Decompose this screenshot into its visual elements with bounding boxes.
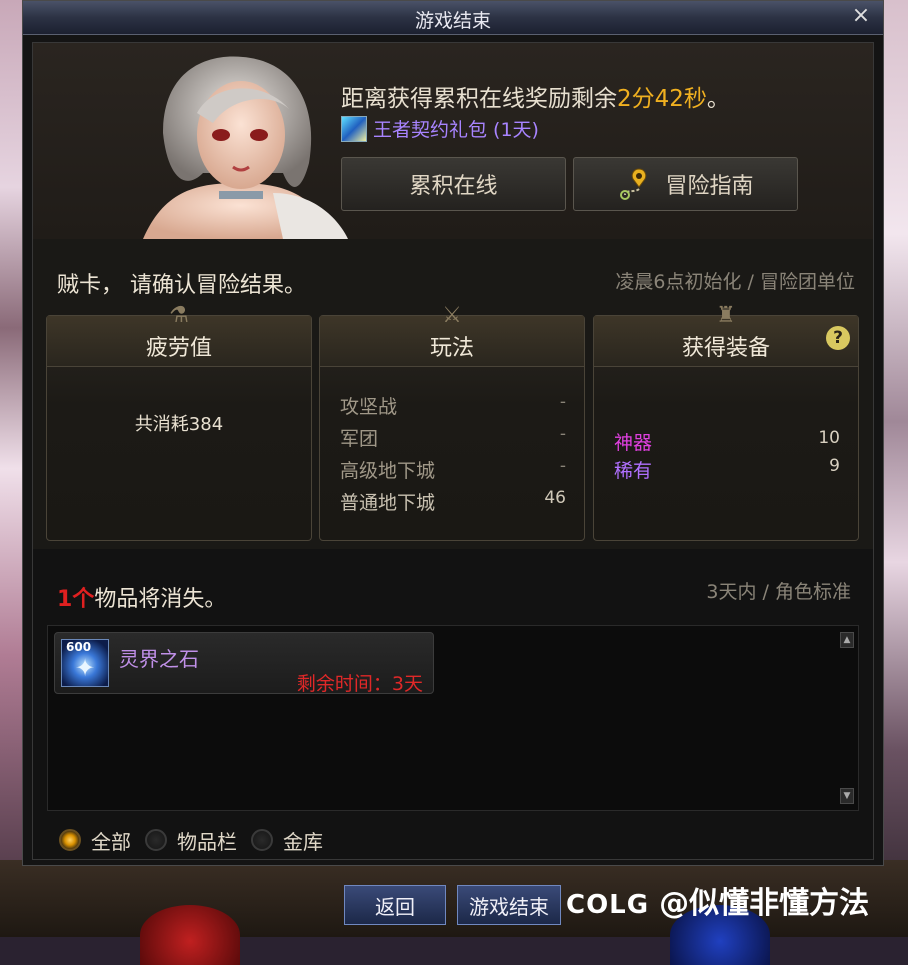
dialog-body: 距离获得累积在线奖励剩余2分42秒。 王者契约礼包 (1天) 累积在线 冒险指南 (32, 42, 874, 860)
play-row-legion: 军团 - (340, 424, 566, 454)
armor-emblem-icon: ♜ (716, 303, 736, 328)
adventure-guide-label: 冒险指南 (665, 174, 754, 199)
adventure-guide-button[interactable]: 冒险指南 (573, 157, 798, 211)
background-scene-left (0, 0, 24, 937)
item-quantity: 600 (66, 640, 92, 654)
play-value: 46 (544, 488, 566, 508)
equip-value: 9 (829, 456, 840, 476)
list-item[interactable]: 600 ✦ 灵界之石 剩余时间：3天 (54, 632, 434, 695)
hp-orb (140, 905, 240, 965)
gift-item[interactable]: 王者契约礼包 (1天) (341, 115, 539, 142)
vanish-label: 物品将消失。 (94, 587, 227, 612)
play-row-normal-dungeon: 普通地下城 46 (340, 488, 566, 518)
back-button[interactable]: 返回 (344, 885, 446, 925)
equipment-panel-header: ♜ 获得装备 ? (594, 303, 858, 367)
reward-countdown: 距离获得累积在线奖励剩余2分42秒。 (341, 79, 730, 113)
equip-label: 稀有 (614, 460, 653, 482)
accumulate-online-label: 累积在线 (409, 174, 498, 199)
equip-value: 10 (818, 428, 840, 448)
end-game-label: 游戏结束 (469, 894, 549, 919)
vanish-count: 1个 (57, 587, 95, 612)
reset-note: 凌晨6点初始化 / 冒险团单位 (615, 271, 855, 293)
back-label: 返回 (375, 894, 415, 919)
play-label: 攻坚战 (340, 396, 398, 418)
fatigue-consumed: 共消耗384 (134, 414, 224, 435)
equipment-panel: ♜ 获得装备 ? 神器 10 稀有 9 (593, 303, 859, 541)
title-bar[interactable]: 游戏结束 × (23, 1, 883, 35)
game-end-dialog: 游戏结束 × 距离获得累积在线奖励剩余2分42秒。 王者契约礼包 (1天) 累积… (22, 0, 884, 866)
radio-selected-icon (59, 829, 81, 851)
equip-row-rare: 稀有 9 (614, 456, 840, 484)
equip-row-artifact: 神器 10 (614, 428, 840, 456)
watermark-handle: @似懂非懂方法 (659, 886, 870, 921)
reward-prefix: 距离获得累积在线奖励剩余 (341, 86, 617, 112)
watermark: COLG @似懂非懂方法 (566, 878, 869, 922)
play-mode-panel: ⚔ 玩法 攻坚战 - 军团 - 高级地下城 - 普通地下城 46 (319, 303, 585, 541)
filter-inventory-radio[interactable]: 物品栏 (145, 826, 237, 855)
filter-inventory-label: 物品栏 (177, 829, 237, 854)
play-row-raid: 攻坚战 - (340, 392, 566, 422)
storage-filter: 全部 物品栏 金库 (59, 826, 337, 855)
crossed-axes-emblem-icon: ⚔ (442, 303, 462, 328)
filter-vault-label: 金库 (283, 829, 323, 854)
radio-icon (145, 829, 167, 851)
end-game-button[interactable]: 游戏结束 (457, 885, 561, 925)
crystal-shape: ✦ (74, 654, 96, 682)
filter-all-radio[interactable]: 全部 (59, 826, 131, 855)
play-label: 普通地下城 (340, 492, 436, 514)
map-route-icon (620, 168, 647, 200)
equip-label: 神器 (614, 432, 653, 454)
watermark-brand: COLG (566, 890, 650, 920)
accumulate-online-button[interactable]: 累积在线 (341, 157, 566, 211)
equipment-title: 获得装备 (681, 336, 770, 361)
item-name: 灵界之石 (119, 647, 199, 671)
gift-label: 王者契约礼包 (1天) (373, 119, 539, 141)
fatigue-panel: ⚗ 疲劳值 共消耗384 (46, 303, 312, 541)
play-value: - (559, 392, 566, 412)
play-label: 军团 (340, 428, 379, 450)
fatigue-title: 疲劳值 (145, 336, 212, 361)
crystal-icon: 600 ✦ (61, 639, 109, 687)
play-value: - (559, 456, 566, 476)
reward-header: 距离获得累积在线奖励剩余2分42秒。 王者契约礼包 (1天) 累积在线 冒险指南 (33, 43, 873, 239)
reward-suffix: 。 (706, 86, 730, 112)
potion-emblem-icon: ⚗ (169, 303, 189, 328)
radio-icon (251, 829, 273, 851)
close-button[interactable]: × (849, 4, 873, 28)
scroll-up-button[interactable]: ▲ (840, 632, 854, 648)
npc-portrait (143, 56, 348, 239)
scroll-down-button[interactable]: ▼ (840, 788, 854, 804)
filter-all-label: 全部 (91, 829, 131, 854)
gift-package-icon (341, 115, 367, 142)
vanishing-item-list[interactable]: 600 ✦ 灵界之石 剩余时间：3天 ▲ ▼ (47, 625, 859, 811)
play-mode-title: 玩法 (429, 336, 474, 361)
fatigue-panel-header: ⚗ 疲劳值 (47, 303, 311, 367)
dialog-title: 游戏结束 (414, 10, 491, 32)
play-label: 高级地下城 (340, 460, 436, 482)
confirm-message: 贼卡， 请确认冒险结果。 (57, 273, 306, 298)
reward-time: 2分42秒 (617, 86, 707, 112)
vanish-message: 1个物品将消失。 (57, 581, 226, 613)
play-row-advanced-dungeon: 高级地下城 - (340, 456, 566, 486)
vanish-note: 3天内 / 角色标准 (706, 581, 851, 603)
play-value: - (559, 424, 566, 444)
play-mode-panel-header: ⚔ 玩法 (320, 303, 584, 367)
item-remaining-time: 剩余时间：3天 (296, 673, 423, 695)
help-icon[interactable]: ? (826, 326, 850, 350)
filter-vault-radio[interactable]: 金库 (251, 826, 323, 855)
